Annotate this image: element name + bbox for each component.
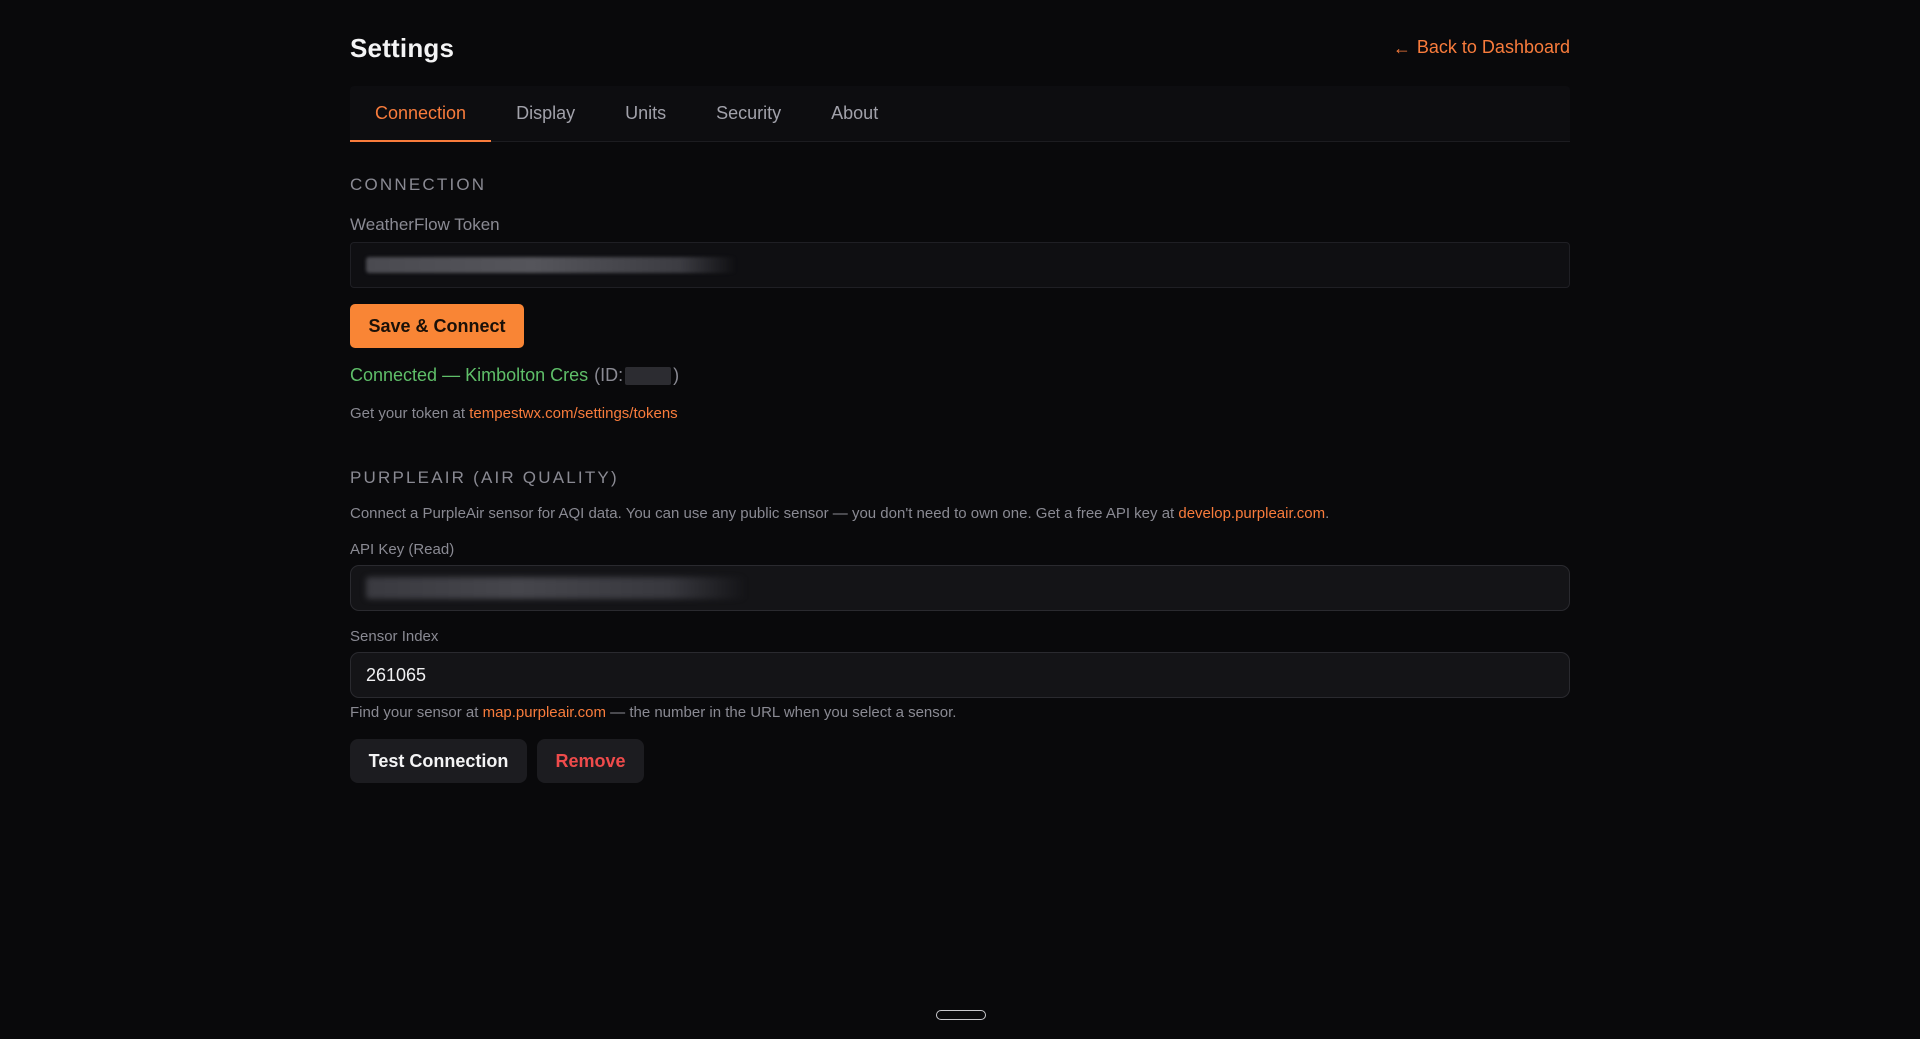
test-connection-button[interactable]: Test Connection [350, 739, 527, 783]
sensor-help-suffix: — the number in the URL when you select … [610, 704, 957, 721]
masked-token-value [366, 257, 736, 273]
remove-button[interactable]: Remove [537, 739, 644, 783]
tab-connection[interactable]: Connection [350, 86, 492, 142]
sensor-index-value: 261065 [366, 664, 427, 685]
tab-about[interactable]: About [806, 86, 903, 141]
map-purpleair-link[interactable]: map.purpleair.com [483, 704, 606, 721]
tab-security[interactable]: Security [691, 86, 806, 141]
sensor-help-text: Find your sensor at map.purpleair.com — … [350, 704, 956, 721]
page-header: Settings ← Back to Dashboard [350, 0, 1570, 96]
back-to-dashboard-label: Back to Dashboard [1416, 37, 1570, 57]
weatherflow-token-input[interactable] [350, 242, 1570, 288]
develop-purpleair-link[interactable]: develop.purpleair.com [1178, 505, 1325, 522]
sensor-index-label: Sensor Index [350, 628, 439, 645]
tab-display[interactable]: Display [491, 86, 600, 141]
arrow-left-icon: ← [1392, 37, 1411, 58]
connection-status-text: Connected — Kimbolton Cres [350, 365, 589, 385]
sensor-help-prefix: Find your sensor at [350, 704, 479, 721]
purpleair-section-heading: PURPLEAIR (AIR QUALITY) [350, 468, 619, 487]
tab-units[interactable]: Units [600, 86, 691, 141]
purpleair-description-suffix: . [1325, 505, 1330, 522]
masked-api-key-value [366, 577, 746, 599]
api-key-input[interactable] [350, 565, 1570, 611]
purpleair-description-text: Connect a PurpleAir sensor for AQI data.… [350, 505, 1175, 522]
station-id-close: ) [673, 365, 680, 385]
api-key-label: API Key (Read) [350, 541, 455, 558]
connection-status: Connected — Kimbolton Cres (ID: ) [350, 365, 679, 386]
token-help-text: Get your token at tempestwx.com/settings… [350, 405, 678, 422]
settings-container: Settings ← Back to Dashboard Connection … [350, 0, 1570, 783]
weatherflow-token-label: WeatherFlow Token [350, 215, 500, 234]
save-connect-button[interactable]: Save & Connect [350, 304, 524, 348]
sensor-index-input[interactable]: 261065 [350, 652, 1570, 698]
settings-page: Settings ← Back to Dashboard Connection … [0, 0, 1920, 1039]
scroll-handle[interactable] [936, 1010, 986, 1020]
tempestwx-tokens-link[interactable]: tempestwx.com/settings/tokens [469, 405, 677, 422]
connection-section-heading: CONNECTION [350, 175, 487, 194]
back-to-dashboard-link[interactable]: ← Back to Dashboard [1393, 37, 1570, 58]
settings-tabs: Connection Display Units Security About [350, 86, 1570, 142]
purpleair-description: Connect a PurpleAir sensor for AQI data.… [350, 505, 1329, 522]
masked-station-id [625, 366, 672, 385]
token-help-prefix: Get your token at [350, 405, 466, 422]
page-title: Settings [350, 33, 455, 63]
station-id-open: (ID: [594, 365, 624, 385]
